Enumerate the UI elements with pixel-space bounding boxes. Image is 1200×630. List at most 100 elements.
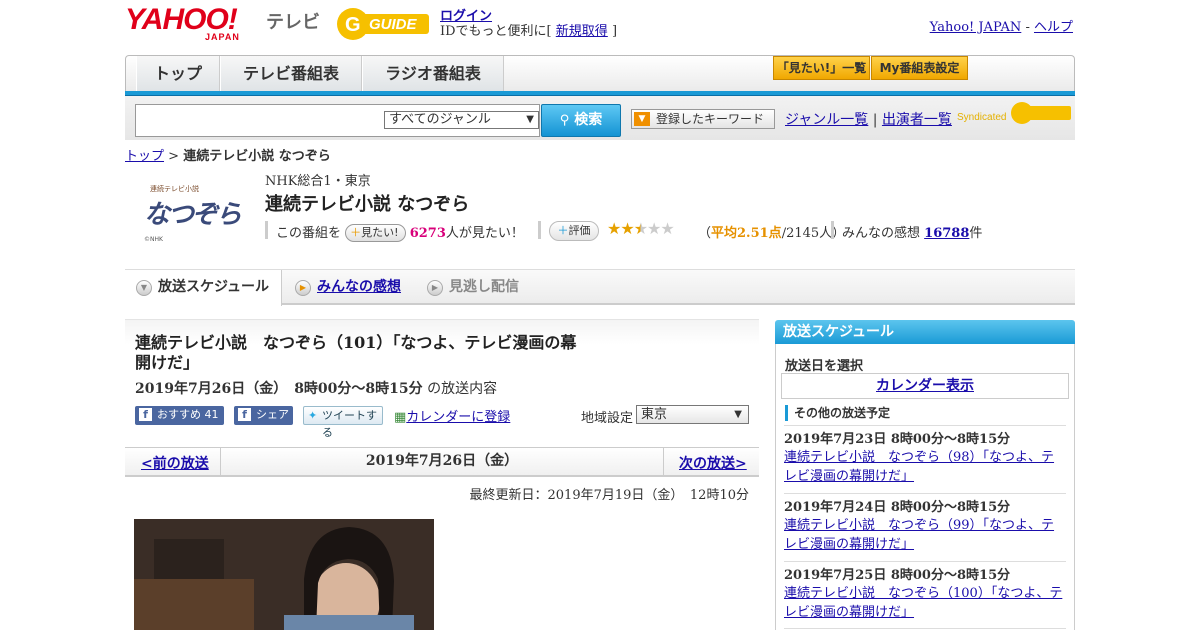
genre-links: ジャンル一覧 | 出演者一覧 bbox=[785, 109, 952, 129]
tweet-button[interactable]: ✦ ツイートする bbox=[303, 406, 383, 439]
list-item: 2019年7月24日 8時00分～8時15分 連続テレビ小説 なつぞら（99）「… bbox=[784, 493, 1066, 554]
last-updated: 最終更新日：2019年7月19日（金） 12時10分 bbox=[469, 488, 749, 503]
genre-list-link[interactable]: ジャンル一覧 bbox=[785, 112, 868, 128]
login-note-text: IDでもっと便利に[ bbox=[440, 24, 552, 39]
calendar-register[interactable]: ▦カレンダーに登録 bbox=[394, 406, 510, 425]
breadcrumb-sep: > bbox=[168, 149, 180, 164]
nav-tab-top[interactable]: トップ bbox=[136, 56, 220, 92]
prev-episode-link[interactable]: <前の放送 bbox=[141, 453, 209, 473]
tv-label[interactable]: テレビ bbox=[266, 8, 320, 34]
plus-icon: ＋ bbox=[350, 226, 362, 239]
signup-link[interactable]: 新規取得 bbox=[556, 24, 608, 39]
top-right-links: Yahoo! JAPAN - ヘルプ bbox=[930, 16, 1073, 35]
sidebar-schedule-heading: 放送スケジュール bbox=[775, 320, 1075, 344]
calendar-view-button[interactable]: カレンダー表示 bbox=[781, 373, 1069, 399]
twitter-bird-icon: ✦ bbox=[308, 409, 318, 422]
nav-tab-radio-guide[interactable]: ラジオ番組表 bbox=[362, 56, 504, 92]
episode-date: 2019年7月26日（金） 8時00分～8時15分 bbox=[135, 381, 423, 397]
breadcrumb: トップ > 連続テレビ小説 なつぞら bbox=[125, 145, 331, 164]
mitai-list-button[interactable]: 「見たい!」一覧 bbox=[773, 56, 870, 80]
kansou-unit: 件 bbox=[969, 226, 983, 241]
yahoo-logo-japan: JAPAN bbox=[205, 32, 240, 42]
next-episode-link[interactable]: 次の放送> bbox=[679, 453, 747, 473]
broadcast-date: 2019年7月25日 8時00分～8時15分 bbox=[784, 568, 1011, 583]
want-to-watch: この番組を ＋見たい! 6273人が見たい！ bbox=[276, 222, 524, 242]
yahoo-japan-logo[interactable]: YAHOO! JAPAN bbox=[125, 3, 263, 43]
episode-title: 連続テレビ小説 なつぞら（101）「なつよ、テレビ漫画の幕開けだ」 bbox=[135, 333, 577, 372]
syndicated-gguide-logo: Syndicated bbox=[957, 100, 1073, 126]
calendar-icon: ▦ bbox=[394, 410, 407, 425]
avg-open: （ bbox=[698, 226, 712, 241]
tab-schedule[interactable]: ▼ 放送スケジュール bbox=[125, 270, 282, 306]
average-rating: （平均2.51点/2145人） bbox=[698, 222, 845, 241]
episode-date-suffix: の放送内容 bbox=[427, 381, 498, 397]
fb-recommend-label: おすすめ bbox=[157, 408, 201, 421]
genre-select[interactable]: すべてのジャンル ▼ bbox=[384, 111, 539, 129]
want-suffix: 人が見たい！ bbox=[445, 226, 524, 241]
my-guide-settings-button[interactable]: My番組表設定 bbox=[871, 56, 968, 80]
divider bbox=[831, 221, 834, 239]
chevron-down-icon: ▼ bbox=[526, 114, 534, 125]
svg-text:G: G bbox=[345, 14, 361, 36]
performer-list-link[interactable]: 出演者一覧 bbox=[882, 112, 952, 128]
divider bbox=[265, 221, 268, 239]
broadcast-title-link[interactable]: 連続テレビ小説 なつぞら（98）「なつよ、テレビ漫画の幕開けだ」 bbox=[784, 448, 1066, 486]
fb-recommend-count: 41 bbox=[204, 408, 219, 421]
play-icon: ▶ bbox=[295, 280, 311, 296]
divider bbox=[538, 221, 541, 239]
star-half-icon: ★ bbox=[633, 219, 648, 238]
search-button-label: 検索 bbox=[574, 112, 603, 128]
broadcast-title-link[interactable]: 連続テレビ小説 なつぞら（99）「なつよ、テレビ漫画の幕開けだ」 bbox=[784, 516, 1066, 554]
plus-icon: ＋ bbox=[557, 224, 569, 237]
list-item: 2019年7月23日 8時00分～8時15分 連続テレビ小説 なつぞら（98）「… bbox=[784, 425, 1066, 486]
tab-reviews[interactable]: ▶ みんなの感想 bbox=[295, 270, 401, 306]
program-logo-copyright: ©NHK bbox=[144, 236, 163, 243]
facebook-icon: f bbox=[139, 408, 152, 421]
tab-catchup-label: 見逃し配信 bbox=[449, 279, 519, 295]
reviews-count: みんなの感想 16788件 bbox=[842, 222, 982, 241]
yahoo-japan-link[interactable]: Yahoo! JAPAN bbox=[930, 20, 1022, 35]
region-label: 地域設定 bbox=[581, 411, 634, 426]
star-filled-icon: ★★ bbox=[607, 219, 635, 238]
play-icon: ▶ bbox=[427, 280, 443, 296]
gguide-logo[interactable]: G GUIDE bbox=[335, 6, 433, 42]
search-button[interactable]: ⚲ 検索 bbox=[541, 104, 621, 137]
nav-tab-tv-guide[interactable]: テレビ番組表 bbox=[220, 56, 362, 92]
want-button[interactable]: ＋見たい! bbox=[345, 224, 406, 242]
top-right-sep: - bbox=[1025, 20, 1030, 35]
help-link[interactable]: ヘルプ bbox=[1034, 20, 1073, 35]
facebook-icon: f bbox=[238, 408, 251, 421]
kansou-label: みんなの感想 bbox=[842, 226, 921, 241]
rate-button[interactable]: ＋評価 bbox=[549, 221, 599, 241]
tab-reviews-label: みんなの感想 bbox=[317, 279, 401, 295]
tab-schedule-label: 放送スケジュール bbox=[158, 279, 270, 295]
registered-keyword-button[interactable]: ▼ 登録したキーワード bbox=[631, 109, 775, 129]
kansou-count-link[interactable]: 16788 bbox=[924, 226, 969, 241]
login-note-end: ] bbox=[611, 24, 618, 39]
broadcast-date: 2019年7月23日 8時00分～8時15分 bbox=[784, 432, 1011, 447]
want-button-label: 見たい! bbox=[361, 226, 399, 239]
registered-keyword-label: 登録したキーワード bbox=[656, 112, 765, 126]
rate-button-label: 評価 bbox=[568, 224, 591, 237]
program-tabs: ▼ 放送スケジュール ▶ みんなの感想 ▶ 見逃し配信 bbox=[125, 269, 1075, 306]
yahoo-logo-text: YAHOO! bbox=[125, 3, 238, 36]
program-channel: NHK総合1・東京 bbox=[265, 174, 371, 189]
search-icon: ⚲ bbox=[559, 113, 570, 128]
calendar-register-link: カレンダーに登録 bbox=[406, 410, 511, 425]
region-select[interactable]: 東京 ▼ bbox=[636, 405, 749, 424]
breadcrumb-top-link[interactable]: トップ bbox=[125, 149, 164, 164]
facebook-recommend-button[interactable]: f おすすめ 41 bbox=[135, 406, 224, 425]
episode-still-image bbox=[134, 519, 434, 630]
list-item: 2019年7月25日 8時00分～8時15分 連続テレビ小説 なつぞら（100）… bbox=[784, 561, 1066, 622]
facebook-share-button[interactable]: f シェア bbox=[234, 406, 293, 425]
broadcast-title-link[interactable]: 連続テレビ小説 なつぞら（100）「なつよ、テレビ漫画の幕開けだ」 bbox=[784, 584, 1066, 622]
avg-count: /2145人） bbox=[781, 226, 846, 241]
broadcast-date: 2019年7月24日 8時00分～8時15分 bbox=[784, 500, 1011, 515]
pick-date-label: 放送日を選択 bbox=[785, 359, 864, 374]
fb-share-label: シェア bbox=[256, 408, 289, 421]
program-title: 連続テレビ小説 なつぞら bbox=[265, 194, 470, 215]
star-empty-icon: ★★ bbox=[647, 219, 675, 238]
want-count: 6273 bbox=[409, 226, 446, 241]
program-logo: 連続テレビ小説 なつぞら ©NHK bbox=[138, 176, 250, 248]
want-prefix: この番組を bbox=[276, 226, 342, 241]
